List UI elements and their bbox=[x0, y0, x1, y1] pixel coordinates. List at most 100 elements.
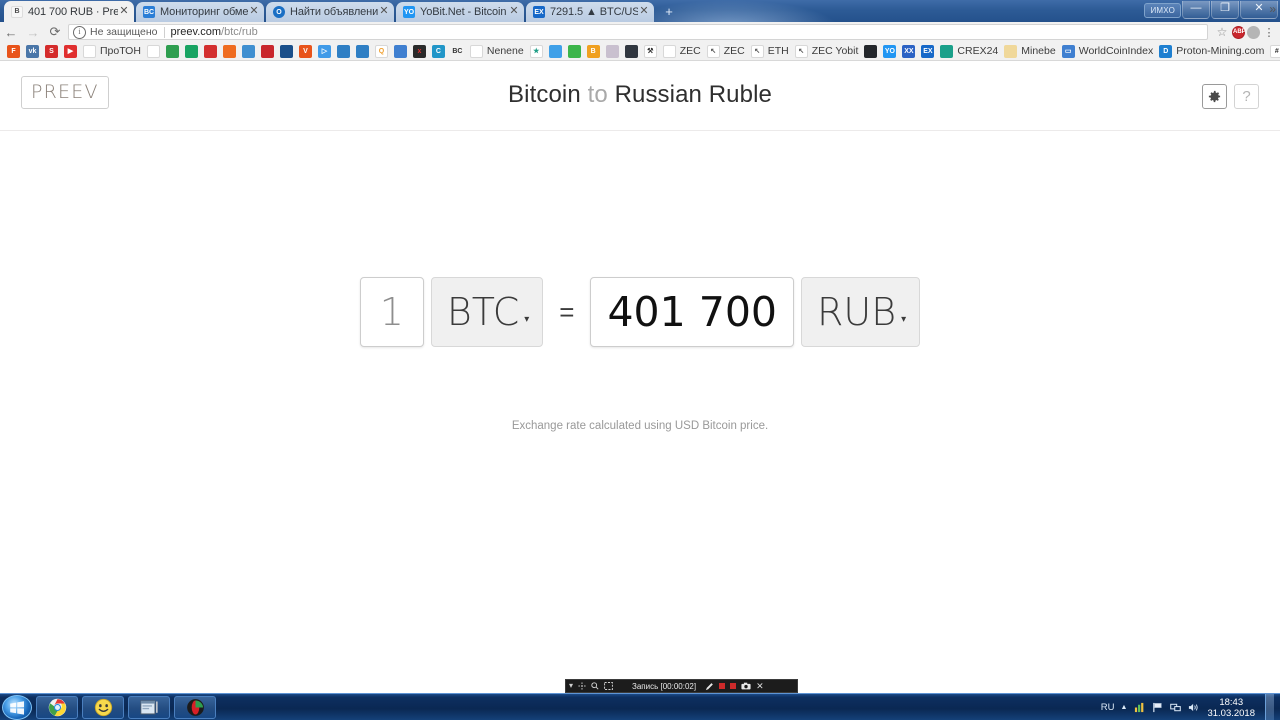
bookmark-item[interactable]: Nenene bbox=[467, 43, 527, 60]
bookmark-item[interactable] bbox=[239, 43, 258, 60]
help-button[interactable]: ? bbox=[1234, 84, 1259, 109]
bookmark-item[interactable]: Minebe bbox=[1001, 43, 1058, 60]
bookmark-item[interactable]: Q bbox=[372, 43, 391, 60]
adblock-plus-icon[interactable]: ABP bbox=[1232, 25, 1246, 39]
result-value[interactable]: 401 700 bbox=[590, 277, 795, 347]
to-currency-select[interactable]: RUB ▾ bbox=[801, 277, 921, 347]
amount-input[interactable]: 1 bbox=[359, 277, 424, 347]
bookmark-item[interactable]: ZEC bbox=[660, 43, 704, 60]
recorder-close-icon[interactable]: ✕ bbox=[756, 681, 764, 691]
bookmark-item[interactable]: D Proton-Mining.com bbox=[1156, 43, 1267, 60]
browser-tab-2[interactable]: O Найти объявления о то ✕ bbox=[266, 2, 394, 22]
bookmark-star-icon[interactable]: ☆ bbox=[1214, 25, 1230, 39]
bookmark-item[interactable] bbox=[258, 43, 277, 60]
info-circle-icon[interactable]: i bbox=[73, 25, 86, 39]
reload-button[interactable]: ⟳ bbox=[44, 22, 66, 42]
explorer-taskbar-button[interactable] bbox=[128, 696, 170, 719]
browser-tab-3[interactable]: YO YoBit.Net - Bitcoin (BTC) ✕ bbox=[396, 2, 524, 22]
bar-chart-tray-icon[interactable] bbox=[1133, 702, 1145, 714]
tab-close-icon[interactable]: ✕ bbox=[508, 6, 520, 18]
chevron-down-icon: ▾ bbox=[901, 313, 907, 325]
tab-close-icon[interactable]: ✕ bbox=[638, 6, 650, 18]
bookmark-item[interactable] bbox=[163, 43, 182, 60]
recorder-dropdown-icon[interactable]: ▾ bbox=[569, 681, 573, 691]
new-tab-button[interactable]: + bbox=[658, 4, 680, 20]
bookmark-item[interactable]: V bbox=[296, 43, 315, 60]
bookmark-item[interactable] bbox=[391, 43, 410, 60]
bookmark-item[interactable] bbox=[182, 43, 201, 60]
exmo-icon: EX bbox=[921, 44, 935, 58]
bookmark-item[interactable]: YO bbox=[880, 43, 899, 60]
maximize-button[interactable]: ❐ bbox=[1211, 1, 1239, 19]
bookmark-item[interactable]: XX bbox=[899, 43, 918, 60]
opera-taskbar-button[interactable] bbox=[174, 696, 216, 719]
tab-close-icon[interactable]: ✕ bbox=[248, 6, 260, 18]
bookmark-item[interactable] bbox=[603, 43, 622, 60]
browser-tab-4[interactable]: EX 7291.5 ▲ BTC/USD ✕ bbox=[526, 2, 654, 22]
bookmark-item[interactable] bbox=[622, 43, 641, 60]
chrome-taskbar-button[interactable] bbox=[36, 696, 78, 719]
messenger-taskbar-button[interactable] bbox=[82, 696, 124, 719]
settings-button[interactable] bbox=[1202, 84, 1227, 109]
bookmark-item[interactable]: CREX24 bbox=[937, 43, 1001, 60]
address-bar[interactable]: i Не защищено preev.com/btc/rub bbox=[68, 24, 1208, 40]
region-icon[interactable] bbox=[604, 682, 613, 690]
bookmark-item[interactable]: F bbox=[4, 43, 23, 60]
bookmark-item[interactable]: ▶ bbox=[61, 43, 80, 60]
move-icon[interactable] bbox=[578, 682, 587, 690]
browser-tab-1[interactable]: BC Мониторинг обменник ✕ bbox=[136, 2, 264, 22]
minimize-button[interactable]: — bbox=[1182, 1, 1210, 19]
page-content: PREEV Bitcoin to Russian Ruble ? 1 BTC ▾… bbox=[0, 62, 1280, 720]
bookmark-item[interactable]: C bbox=[429, 43, 448, 60]
imho-button[interactable]: ИМХО bbox=[1144, 2, 1181, 18]
bookmark-item[interactable] bbox=[201, 43, 220, 60]
browser-tab-0[interactable]: B 401 700 RUB · Preev ✕ bbox=[4, 1, 134, 22]
bookmark-item[interactable]: ★ bbox=[527, 43, 546, 60]
bookmark-item[interactable]: #CARNAGE bbox=[1267, 43, 1280, 60]
network-tray-icon[interactable] bbox=[1169, 702, 1181, 714]
bookmark-item[interactable]: x bbox=[410, 43, 429, 60]
tab-close-icon[interactable]: ✕ bbox=[118, 5, 130, 18]
profile-avatar-icon[interactable] bbox=[1247, 25, 1260, 39]
show-desktop-button[interactable] bbox=[1265, 694, 1274, 720]
bookmarks-overflow-icon[interactable]: » bbox=[1269, 2, 1276, 16]
start-orb-icon[interactable] bbox=[2, 695, 32, 720]
back-button[interactable]: ← bbox=[0, 22, 22, 42]
bookmark-item[interactable]: BC bbox=[448, 43, 467, 60]
bookmark-item[interactable] bbox=[546, 43, 565, 60]
bookmark-item[interactable]: ▷ bbox=[315, 43, 334, 60]
bookmark-item[interactable] bbox=[277, 43, 296, 60]
bookmark-item[interactable] bbox=[220, 43, 239, 60]
bookmark-item[interactable] bbox=[353, 43, 372, 60]
bookmark-item[interactable]: EX bbox=[918, 43, 937, 60]
bookmark-item[interactable]: ▭ WorldCoinIndex bbox=[1059, 43, 1157, 60]
chrome-menu-icon[interactable]: ⋮ bbox=[1262, 26, 1276, 39]
bookmark-item[interactable] bbox=[565, 43, 584, 60]
show-hidden-icons-button[interactable]: ▲ bbox=[1121, 704, 1128, 711]
camera-icon[interactable] bbox=[741, 682, 751, 690]
bookmark-item[interactable]: S bbox=[42, 43, 61, 60]
zec-icon bbox=[662, 44, 676, 58]
bookmark-item[interactable] bbox=[334, 43, 353, 60]
arrow-grey-icon: ↖ bbox=[750, 44, 764, 58]
bookmark-item[interactable]: vk bbox=[23, 43, 42, 60]
bookmark-item[interactable]: ↖ ZEC Yobit bbox=[792, 43, 862, 60]
tray-language[interactable]: RU bbox=[1101, 702, 1115, 713]
taskbar-clock[interactable]: 18:43 31.03.2018 bbox=[1207, 697, 1255, 719]
bookmark-item[interactable]: ↖ ETH bbox=[748, 43, 792, 60]
bookmark-item[interactable] bbox=[861, 43, 880, 60]
volume-tray-icon[interactable] bbox=[1187, 702, 1199, 714]
from-currency-select[interactable]: BTC ▾ bbox=[430, 277, 544, 347]
stop-icon[interactable] bbox=[730, 683, 737, 689]
browser-window: B 401 700 RUB · Preev ✕ BC Мониторинг об… bbox=[0, 0, 1280, 720]
bookmark-item[interactable]: ПроТОН bbox=[80, 43, 144, 60]
bookmark-item[interactable] bbox=[144, 43, 163, 60]
bookmark-item[interactable]: ⚒ bbox=[641, 43, 660, 60]
tab-close-icon[interactable]: ✕ bbox=[378, 6, 390, 18]
bookmark-item[interactable]: ↖ ZEC bbox=[704, 43, 748, 60]
pause-icon[interactable] bbox=[719, 683, 726, 689]
flag-tray-icon[interactable] bbox=[1151, 702, 1163, 714]
magnifier-icon[interactable] bbox=[591, 682, 599, 690]
bookmark-item[interactable]: B bbox=[584, 43, 603, 60]
pencil-icon[interactable] bbox=[705, 682, 714, 691]
